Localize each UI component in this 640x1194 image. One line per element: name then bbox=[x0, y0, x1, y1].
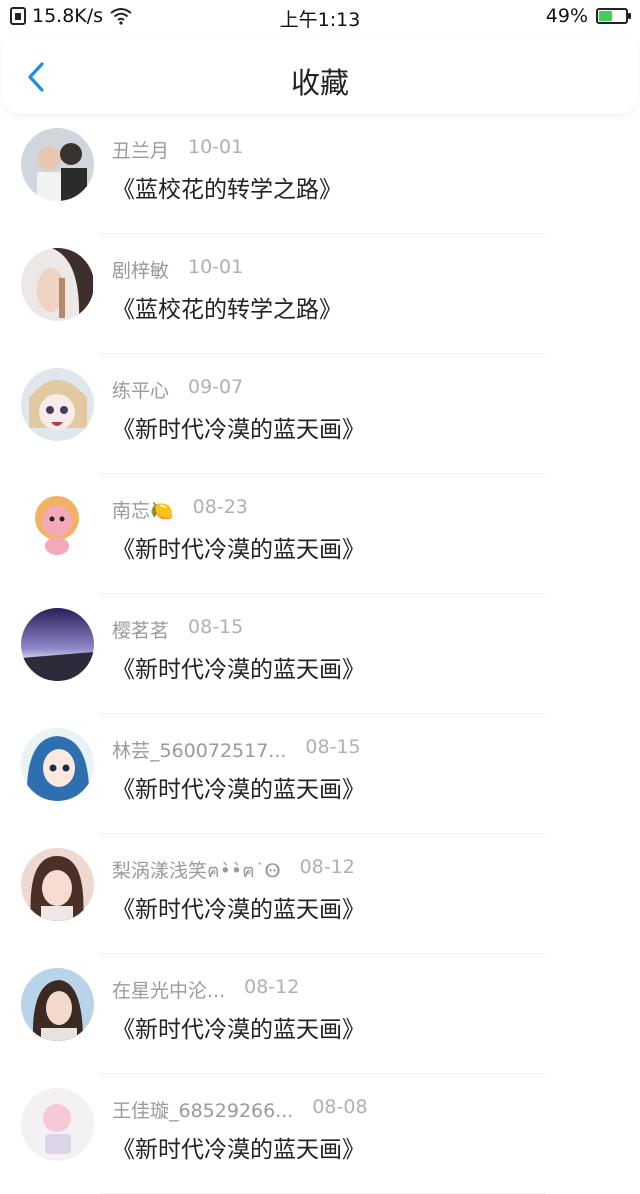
list-item[interactable]: 练平心 09-07 《新时代冷漠的蓝天画》 bbox=[0, 354, 640, 474]
item-date: 08-23 bbox=[192, 496, 248, 518]
item-meta: 练平心 09-07 bbox=[112, 376, 243, 403]
item-meta: 王佳璇_68529266... 08-08 bbox=[112, 1096, 368, 1123]
book-title[interactable]: 《新时代冷漠的蓝天画》 bbox=[112, 770, 365, 804]
user-name: 林芸_560072517... bbox=[112, 740, 287, 762]
user-name: 丑兰月 bbox=[112, 140, 170, 162]
user-name: 王佳璇_68529266... bbox=[112, 1100, 294, 1122]
user-name: 南忘🍋 bbox=[112, 500, 174, 522]
avatar[interactable] bbox=[21, 368, 94, 441]
avatar[interactable] bbox=[21, 848, 94, 921]
book-title[interactable]: 《新时代冷漠的蓝天画》 bbox=[112, 530, 365, 564]
user-name: 剧梓敏 bbox=[112, 260, 170, 282]
item-date: 10-01 bbox=[188, 136, 244, 158]
list-item[interactable]: 在星光中沦... 08-12 《新时代冷漠的蓝天画》 bbox=[0, 954, 640, 1074]
item-meta: 南忘🍋 08-23 bbox=[112, 496, 248, 523]
list-item[interactable]: 剧梓敏 10-01 《蓝校花的转学之路》 bbox=[0, 234, 640, 354]
list-item[interactable]: 林芸_560072517... 08-15 《新时代冷漠的蓝天画》 bbox=[0, 714, 640, 834]
avatar[interactable] bbox=[21, 728, 94, 801]
item-date: 08-12 bbox=[299, 856, 355, 878]
user-name: 樱茗茗 bbox=[112, 620, 170, 642]
page-title: 收藏 bbox=[290, 66, 349, 100]
item-meta: 樱茗茗 08-15 bbox=[112, 616, 243, 643]
nav-bar: 收藏 bbox=[2, 38, 638, 114]
battery-percent: 49% bbox=[545, 5, 588, 27]
favorites-list: 丑兰月 10-01 《蓝校花的转学之路》 剧梓敏 10-01 《蓝校花的转学之路… bbox=[0, 114, 640, 1194]
avatar[interactable] bbox=[21, 128, 94, 201]
item-meta: 剧梓敏 10-01 bbox=[112, 256, 243, 283]
user-name: 练平心 bbox=[112, 380, 170, 402]
battery-fill bbox=[599, 11, 612, 21]
list-item[interactable]: 南忘🍋 08-23 《新时代冷漠的蓝天画》 bbox=[0, 474, 640, 594]
book-title[interactable]: 《蓝校花的转学之路》 bbox=[112, 290, 342, 324]
book-title[interactable]: 《新时代冷漠的蓝天画》 bbox=[112, 1130, 365, 1164]
item-date: 10-01 bbox=[188, 256, 244, 278]
avatar[interactable] bbox=[21, 968, 94, 1041]
book-title[interactable]: 《新时代冷漠的蓝天画》 bbox=[112, 890, 365, 924]
item-date: 08-15 bbox=[305, 736, 361, 758]
avatar[interactable] bbox=[21, 608, 94, 681]
item-meta: 林芸_560072517... 08-15 bbox=[112, 736, 361, 763]
list-item[interactable]: 王佳璇_68529266... 08-08 《新时代冷漠的蓝天画》 bbox=[0, 1074, 640, 1194]
book-title[interactable]: 《蓝校花的转学之路》 bbox=[112, 170, 342, 204]
status-bar: 15.8K/s 上午1:13 49% bbox=[0, 0, 640, 34]
item-date: 08-12 bbox=[244, 976, 300, 998]
item-date: 08-15 bbox=[188, 616, 244, 638]
avatar[interactable] bbox=[21, 488, 94, 561]
item-date: 08-08 bbox=[312, 1096, 368, 1118]
item-meta: 在星光中沦... 08-12 bbox=[112, 976, 299, 1003]
avatar[interactable] bbox=[21, 1088, 94, 1161]
status-right: 49% bbox=[545, 5, 631, 27]
item-meta: 梨涡漾浅笑ฅ•̀•̀ฅ˙Ꙫ 08-12 bbox=[112, 856, 355, 886]
battery-icon bbox=[596, 8, 631, 24]
book-title[interactable]: 《新时代冷漠的蓝天画》 bbox=[112, 1010, 365, 1044]
user-name: 梨涡漾浅笑ฅ•̀•̀ฅ˙Ꙫ bbox=[112, 860, 281, 882]
item-date: 09-07 bbox=[188, 376, 244, 398]
book-title[interactable]: 《新时代冷漠的蓝天画》 bbox=[112, 650, 365, 684]
list-item[interactable]: 丑兰月 10-01 《蓝校花的转学之路》 bbox=[0, 114, 640, 234]
list-item[interactable]: 梨涡漾浅笑ฅ•̀•̀ฅ˙Ꙫ 08-12 《新时代冷漠的蓝天画》 bbox=[0, 834, 640, 954]
item-meta: 丑兰月 10-01 bbox=[112, 136, 243, 163]
book-title[interactable]: 《新时代冷漠的蓝天画》 bbox=[112, 410, 365, 444]
user-name: 在星光中沦... bbox=[112, 980, 226, 1002]
list-item[interactable]: 樱茗茗 08-15 《新时代冷漠的蓝天画》 bbox=[0, 594, 640, 714]
status-time: 上午1:13 bbox=[279, 9, 361, 31]
avatar[interactable] bbox=[21, 248, 94, 321]
